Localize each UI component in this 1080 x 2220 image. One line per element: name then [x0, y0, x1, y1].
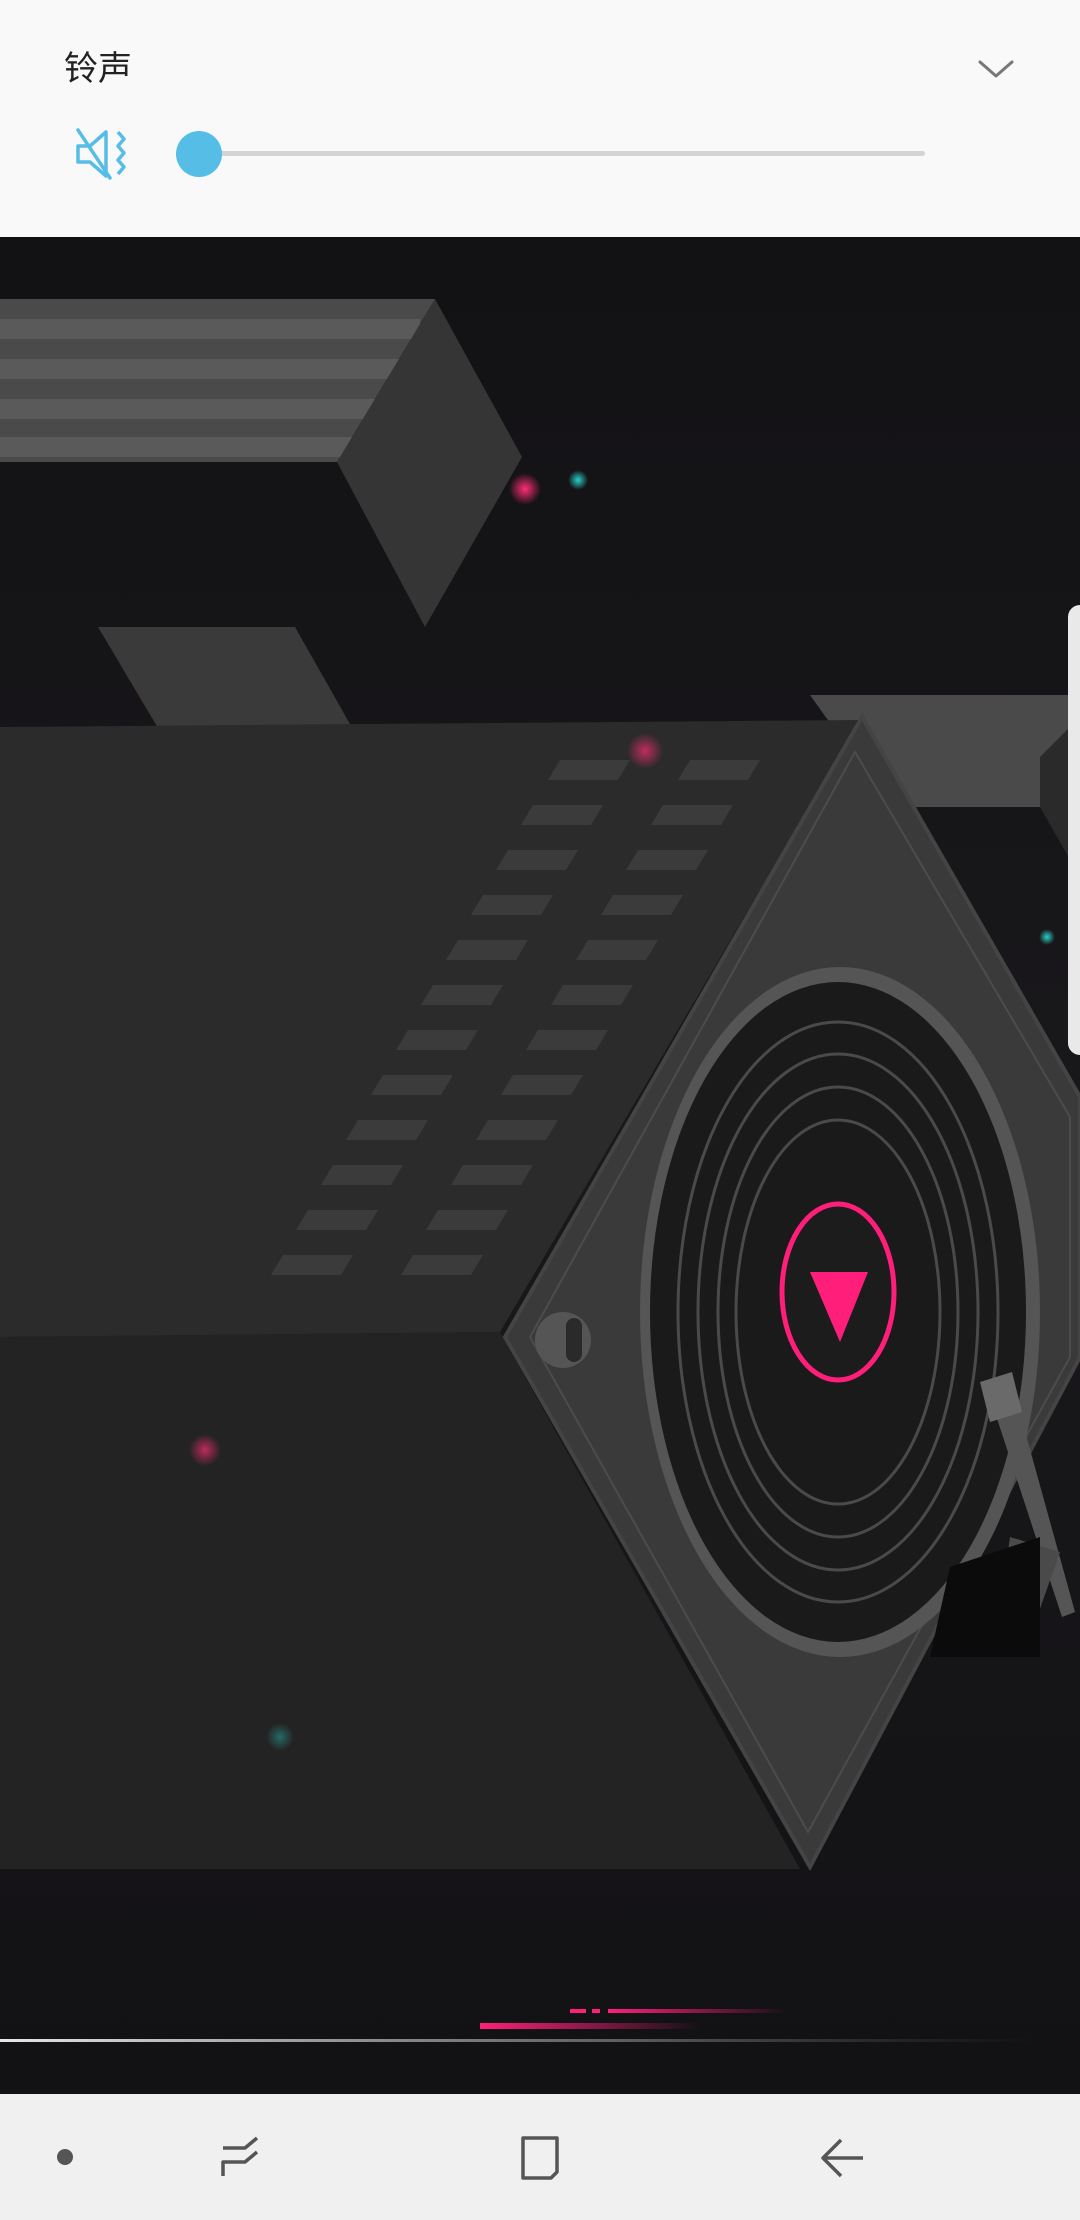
lockscreen-wallpaper	[0, 237, 1080, 2094]
chevron-down-icon[interactable]	[976, 50, 1016, 90]
recent-apps-icon[interactable]	[190, 2094, 290, 2220]
edge-panel-handle[interactable]	[1068, 605, 1080, 1055]
dot-icon[interactable]	[30, 2094, 100, 2220]
volume-title: 铃声	[64, 49, 132, 89]
mute-speaker-icon[interactable]	[74, 124, 134, 184]
home-icon[interactable]	[490, 2094, 590, 2220]
volume-slider-track[interactable]	[199, 151, 925, 156]
volume-slider-thumb[interactable]	[176, 131, 222, 177]
back-arrow-icon[interactable]	[792, 2094, 892, 2220]
navigation-bar	[0, 2094, 1080, 2220]
volume-panel: 铃声	[0, 0, 1080, 237]
